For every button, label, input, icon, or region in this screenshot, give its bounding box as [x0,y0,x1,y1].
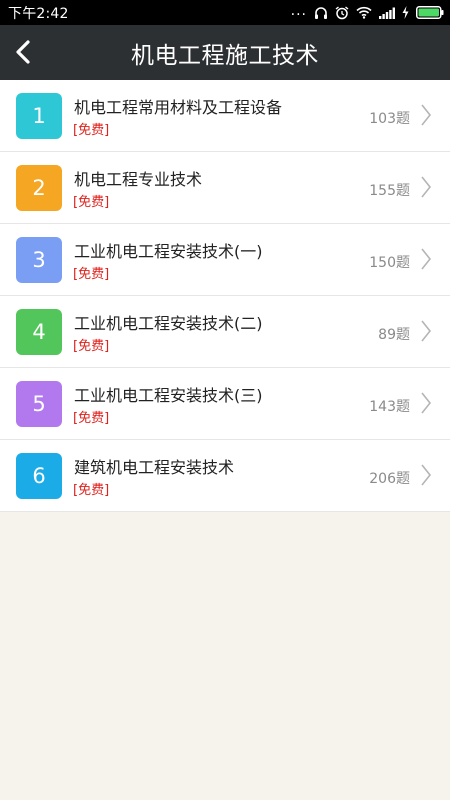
free-tag: [免费] [73,411,110,426]
question-count: 103题 [369,111,410,127]
charging-icon [402,6,409,19]
question-count: 150题 [369,255,410,271]
free-tag: [免费] [73,339,110,354]
free-tag: [免费] [73,267,110,282]
free-tag: [免费] [73,483,110,498]
battery-icon [416,6,444,19]
status-time: 下午2:42 [8,5,69,22]
question-count: 143题 [369,399,410,415]
chevron-right-icon [421,248,432,270]
chapter-title: 工业机电工程安装技术(一) [74,242,263,261]
list-item[interactable]: 1 机电工程常用材料及工程设备 [免费] 103题 [0,80,450,152]
app-header: 机电工程施工技术 [0,25,450,80]
headset-icon [315,6,327,19]
chevron-right-icon [421,320,432,342]
chapter-number: 4 [32,320,46,344]
wifi-icon [356,6,372,19]
list-item[interactable]: 3 工业机电工程安装技术(一) [免费] 150题 [0,224,450,296]
chapter-number: 2 [32,176,46,200]
chapter-number-badge: 4 [16,309,62,355]
chapter-number-badge: 6 [16,453,62,499]
status-icons: ... [290,2,444,20]
chapter-title: 建筑机电工程安装技术 [74,458,235,477]
chapter-number: 6 [32,464,46,488]
chapter-list: 1 机电工程常用材料及工程设备 [免费] 103题 2 机电工程专业技术 [免费… [0,80,450,512]
chapter-number: 5 [32,392,46,416]
free-tag: [免费] [73,123,110,138]
chapter-title: 机电工程专业技术 [74,170,203,189]
alarm-icon [335,5,349,19]
chapter-title: 工业机电工程安装技术(三) [74,386,263,405]
chapter-number-badge: 5 [16,381,62,427]
chapter-number-badge: 1 [16,93,62,139]
signal-icon [379,7,395,19]
chevron-right-icon [421,104,432,126]
chapter-title: 机电工程常用材料及工程设备 [74,98,283,117]
question-count: 89题 [378,327,410,343]
page-title: 机电工程施工技术 [131,42,319,69]
chapter-number-badge: 2 [16,165,62,211]
status-bar: 下午2:42 ... [0,0,450,25]
chevron-right-icon [421,176,432,198]
chevron-right-icon [421,464,432,486]
free-tag: [免费] [73,195,110,210]
chevron-right-icon [421,392,432,414]
chapter-number: 3 [32,248,46,272]
question-count: 155题 [369,183,410,199]
more-dots-icon: ... [290,2,307,19]
chapter-title: 工业机电工程安装技术(二) [74,314,263,333]
chapter-number: 1 [32,104,46,128]
chapter-number-badge: 3 [16,237,62,283]
question-count: 206题 [369,471,410,487]
list-item[interactable]: 2 机电工程专业技术 [免费] 155题 [0,152,450,224]
list-item[interactable]: 4 工业机电工程安装技术(二) [免费] 89题 [0,296,450,368]
list-item[interactable]: 5 工业机电工程安装技术(三) [免费] 143题 [0,368,450,440]
list-item[interactable]: 6 建筑机电工程安装技术 [免费] 206题 [0,440,450,512]
